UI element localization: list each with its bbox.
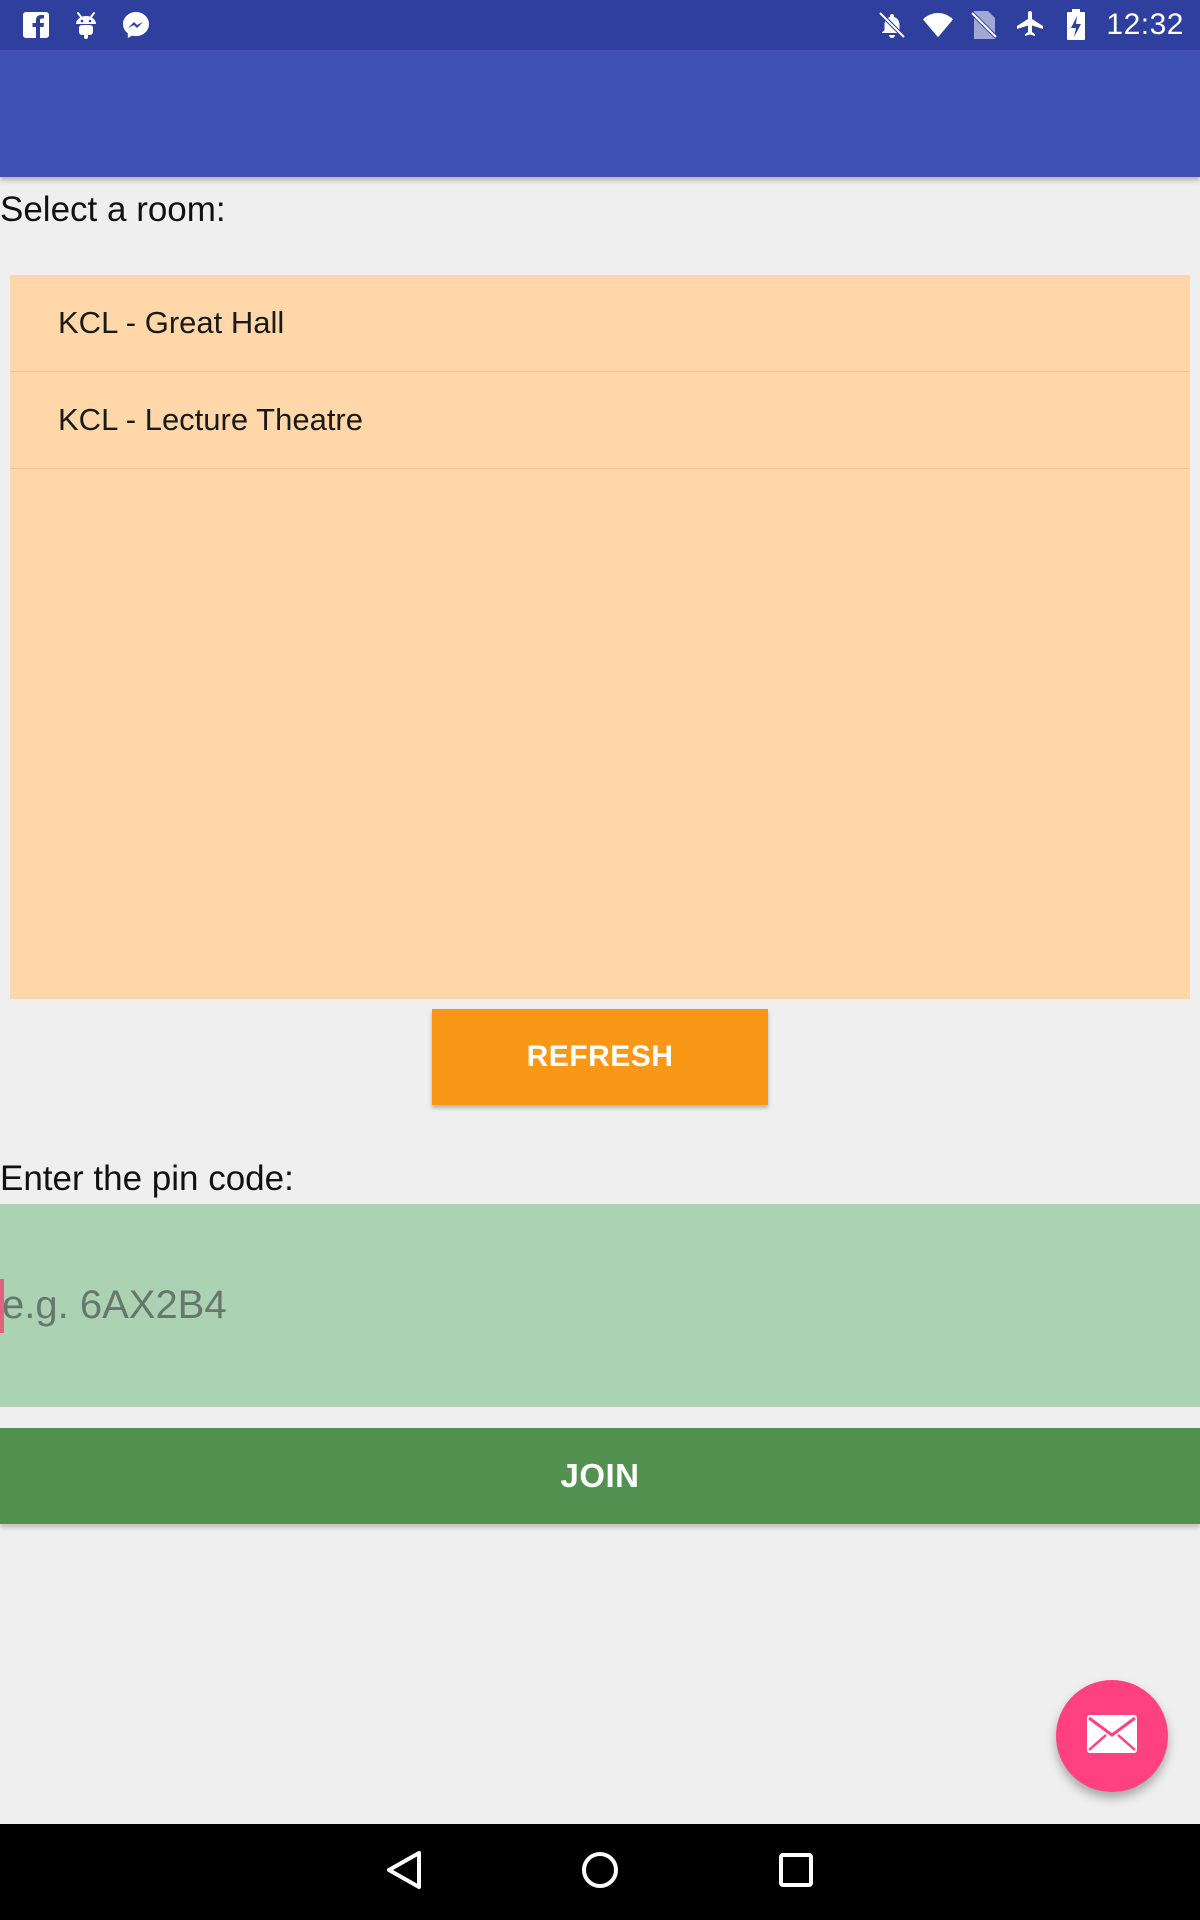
- status-left-icons: [20, 0, 152, 50]
- mail-fab-button[interactable]: [1056, 1680, 1168, 1792]
- refresh-button[interactable]: REFRESH: [432, 1009, 768, 1105]
- room-item-label: KCL - Lecture Theatre: [58, 402, 363, 437]
- home-icon: [580, 1850, 620, 1894]
- no-sim-icon: [968, 9, 1000, 41]
- status-time: 12:32: [1106, 8, 1184, 41]
- notifications-off-icon: [876, 9, 908, 41]
- room-list-item[interactable]: KCL - Great Hall: [10, 275, 1190, 372]
- back-button[interactable]: [374, 1842, 434, 1902]
- back-icon: [384, 1849, 424, 1895]
- navigation-bar: [0, 1824, 1200, 1920]
- join-button-label: JOIN: [560, 1457, 640, 1494]
- wifi-icon: [922, 9, 954, 41]
- facebook-icon: [20, 9, 52, 41]
- home-button[interactable]: [570, 1842, 630, 1902]
- recents-icon: [778, 1852, 814, 1892]
- select-room-label: Select a room:: [0, 190, 226, 229]
- messenger-icon: [120, 9, 152, 41]
- airplane-mode-icon: [1014, 9, 1046, 41]
- recents-button[interactable]: [766, 1842, 826, 1902]
- battery-charging-icon: [1060, 9, 1092, 41]
- refresh-button-label: REFRESH: [526, 1040, 674, 1073]
- mail-icon: [1086, 1714, 1138, 1758]
- pin-code-input[interactable]: [0, 1204, 1182, 1407]
- status-right-icons: 12:32: [876, 0, 1184, 50]
- android-debug-icon: [70, 9, 102, 41]
- pin-code-label: Enter the pin code:: [0, 1159, 294, 1198]
- room-list-item[interactable]: KCL - Lecture Theatre: [10, 372, 1190, 469]
- room-list[interactable]: KCL - Great Hall KCL - Lecture Theatre: [10, 275, 1190, 999]
- text-cursor: [0, 1279, 4, 1333]
- app-bar: [0, 50, 1200, 177]
- join-button[interactable]: JOIN: [0, 1428, 1200, 1524]
- status-bar: 12:32: [0, 0, 1200, 50]
- room-item-label: KCL - Great Hall: [58, 305, 285, 340]
- pin-code-field[interactable]: [0, 1204, 1200, 1407]
